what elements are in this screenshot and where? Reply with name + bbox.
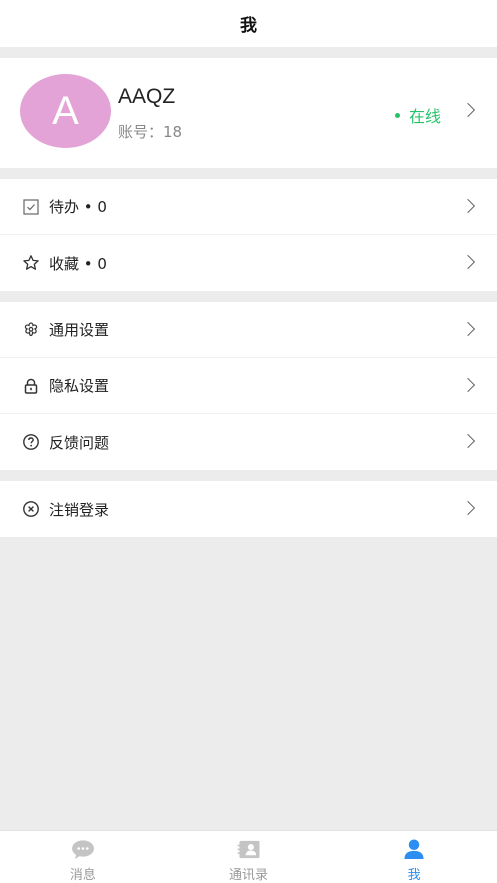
menu-item-feedback[interactable]: 反馈问题 — [0, 414, 497, 470]
tab-contacts[interactable]: 通讯录 — [166, 831, 332, 883]
chevron-right-icon — [460, 254, 476, 270]
top-bar: 我 — [0, 0, 497, 47]
menu-item-label: 注销登录 — [49, 500, 110, 519]
settings-flower-icon — [22, 321, 40, 339]
menu-item-label: 收藏 • 0 — [49, 254, 107, 273]
avatar-letter: A — [52, 88, 79, 133]
page-title: 我 — [240, 16, 257, 36]
online-status: 在线 — [394, 103, 441, 127]
close-circle-icon — [22, 500, 40, 518]
chevron-right-icon — [460, 321, 476, 337]
tab-label: 我 — [407, 868, 421, 883]
menu-item-label: 反馈问题 — [49, 433, 110, 452]
tab-label: 消息 — [69, 868, 96, 883]
status-text: 在线 — [408, 107, 441, 126]
contact-card-icon — [237, 840, 259, 859]
avatar[interactable]: A — [20, 74, 111, 148]
menu-item-general-settings[interactable]: 通用设置 — [0, 302, 497, 358]
chevron-right-icon — [460, 500, 476, 516]
person-icon — [404, 839, 424, 860]
menu-item-privacy-settings[interactable]: 隐私设置 — [0, 358, 497, 414]
chevron-right-icon — [460, 102, 476, 118]
status-dot — [394, 112, 400, 118]
tab-messages[interactable]: 消息 — [0, 831, 166, 883]
chevron-right-icon — [460, 198, 476, 214]
menu-group-tasks: 待办 • 0 收藏 • 0 — [0, 179, 497, 291]
tab-me[interactable]: 我 — [331, 831, 497, 883]
chevron-right-icon — [460, 377, 476, 393]
lock-icon — [22, 377, 40, 395]
menu-group-settings: 通用设置 隐私设置 反馈问题 — [0, 302, 497, 470]
chat-bubble-icon — [71, 840, 94, 860]
menu-item-todo[interactable]: 待办 • 0 — [0, 179, 497, 235]
tab-label: 通讯录 — [229, 868, 269, 883]
menu-item-favorites[interactable]: 收藏 • 0 — [0, 235, 497, 291]
profile-account: 账号：18 — [118, 123, 183, 141]
profile-card[interactable]: A AAQZ 账号：18 在线 — [0, 58, 497, 168]
question-circle-icon — [22, 433, 40, 451]
chevron-right-icon — [460, 433, 476, 449]
menu-item-label: 待办 • 0 — [49, 198, 107, 216]
star-icon — [22, 254, 40, 272]
profile-name: AAQZ — [118, 85, 176, 108]
menu-item-logout[interactable]: 注销登录 — [0, 481, 497, 537]
menu-item-label: 隐私设置 — [49, 377, 110, 395]
menu-item-label: 通用设置 — [49, 321, 110, 339]
bottom-tab-bar: 消息 通讯录 我 — [0, 830, 497, 883]
menu-group-account: 注销登录 — [0, 481, 497, 537]
checkbox-icon — [22, 198, 40, 216]
